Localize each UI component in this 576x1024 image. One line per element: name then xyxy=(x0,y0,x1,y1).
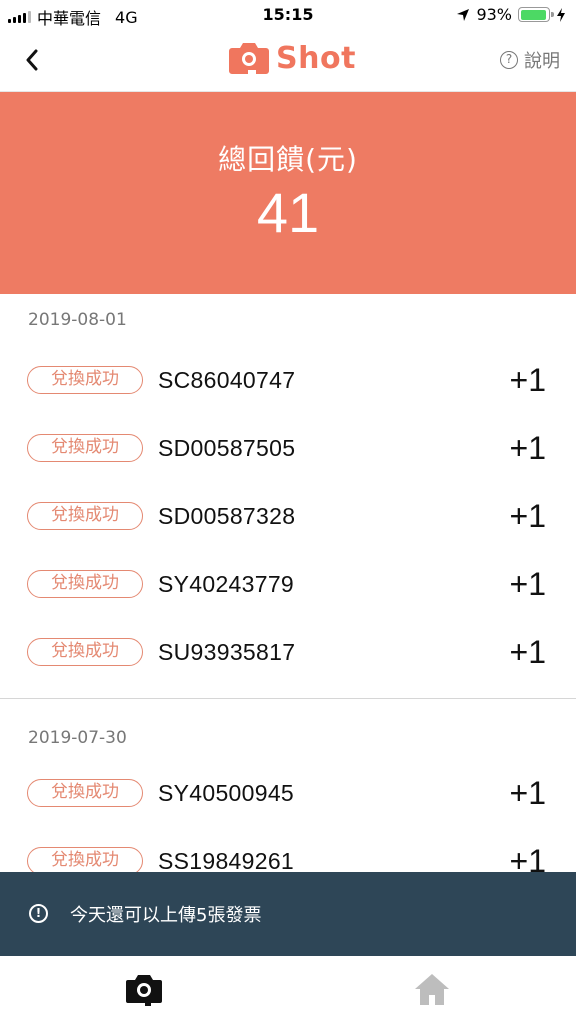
status-badge: 兌換成功 xyxy=(27,847,143,875)
info-circle-icon: ! xyxy=(29,904,48,923)
location-arrow-icon xyxy=(457,8,470,21)
help-button[interactable]: ? 說明 xyxy=(500,47,560,73)
list-item[interactable]: 兌換成功 SC86040747 +1 xyxy=(0,346,576,414)
help-label: 說明 xyxy=(524,51,560,72)
invoice-code: SD00587328 xyxy=(158,502,296,529)
home-icon xyxy=(415,974,449,1005)
app-logo: Shot xyxy=(228,40,356,76)
camera-logo-icon xyxy=(229,43,269,74)
summary-label: 總回饋(元) xyxy=(218,143,358,176)
list-item[interactable]: 兌換成功 SU93935817 +1 xyxy=(0,618,576,686)
summary-banner: 總回饋(元) 41 xyxy=(0,92,576,294)
reward-amount: +1 xyxy=(509,497,546,534)
status-right: 93% xyxy=(456,5,566,24)
invoice-code: SU93935817 xyxy=(158,638,296,665)
reward-list: 2019-08-01 兌換成功 SC86040747 +1 兌換成功 SD005… xyxy=(0,294,576,895)
charging-bolt-icon xyxy=(557,7,565,22)
tab-camera[interactable] xyxy=(122,968,166,1012)
status-badge: 兌換成功 xyxy=(27,366,143,394)
battery-level-fill xyxy=(520,9,546,20)
invoice-code: SY40500945 xyxy=(158,779,295,806)
question-circle-icon: ? xyxy=(500,51,518,69)
list-item[interactable]: 兌換成功 SY40500945 +1 xyxy=(0,759,576,827)
status-badge: 兌換成功 xyxy=(27,779,143,807)
invoice-code: SC86040747 xyxy=(158,366,296,393)
logo-text: Shot xyxy=(276,40,356,76)
notice-text: 今天還可以上傳5張發票 xyxy=(70,905,262,926)
status-badge: 兌換成功 xyxy=(27,638,143,666)
tab-home[interactable] xyxy=(410,968,454,1012)
reward-amount: +1 xyxy=(509,361,546,398)
status-bar: 中華電信 4G 15:15 93% xyxy=(0,0,576,30)
status-badge: 兌換成功 xyxy=(27,502,143,530)
invoice-code: SD00587505 xyxy=(158,434,296,461)
upload-notice-bar: ! 今天還可以上傳5張發票 xyxy=(0,872,576,956)
back-button[interactable] xyxy=(18,46,46,74)
camera-icon xyxy=(126,975,162,1006)
battery-icon xyxy=(518,7,554,22)
reward-amount: +1 xyxy=(509,565,546,602)
invoice-code: SS19849261 xyxy=(158,847,295,874)
battery-percent: 93% xyxy=(476,5,512,24)
status-badge: 兌換成功 xyxy=(27,434,143,462)
tab-bar xyxy=(0,956,576,1024)
reward-amount: +1 xyxy=(509,429,546,466)
date-group: 2019-08-01 兌換成功 SC86040747 +1 兌換成功 SD005… xyxy=(0,294,576,686)
date-group: 2019-07-30 兌換成功 SY40500945 +1 兌換成功 SS198… xyxy=(0,698,576,895)
reward-amount: +1 xyxy=(509,774,546,811)
group-date: 2019-08-01 xyxy=(28,310,127,330)
reward-amount: +1 xyxy=(509,633,546,670)
chevron-left-icon xyxy=(26,49,38,71)
list-item[interactable]: 兌換成功 SD00587328 +1 xyxy=(0,482,576,550)
invoice-code: SY40243779 xyxy=(158,570,295,597)
list-item[interactable]: 兌換成功 SY40243779 +1 xyxy=(0,550,576,618)
summary-value: 41 xyxy=(256,181,320,244)
nav-header: Shot ? 說明 xyxy=(0,30,576,92)
status-badge: 兌換成功 xyxy=(27,570,143,598)
list-item[interactable]: 兌換成功 SD00587505 +1 xyxy=(0,414,576,482)
